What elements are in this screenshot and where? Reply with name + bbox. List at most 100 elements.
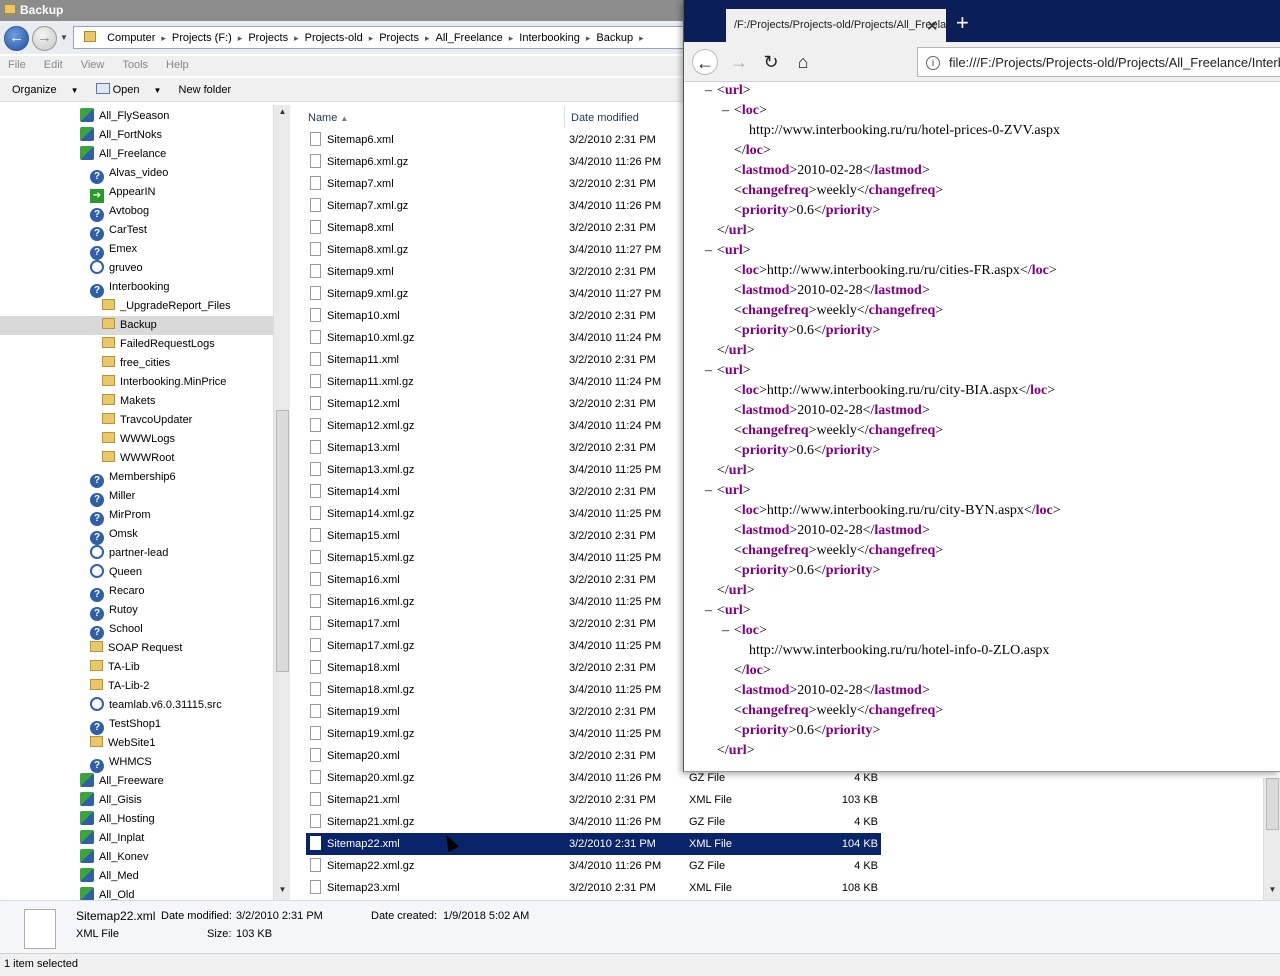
collapse-toggle[interactable]: –	[722, 621, 729, 641]
organize-button[interactable]: Organize	[12, 84, 57, 96]
tree-item[interactable]: ? Alvas_video	[90, 164, 168, 184]
forward-button[interactable]: →	[32, 26, 57, 51]
tree-item[interactable]: partner-lead	[90, 544, 168, 563]
recent-pages-dropdown[interactable]: ▼	[60, 33, 68, 42]
file-list-scrollbar[interactable]: ▼	[1263, 778, 1280, 900]
tree-scrollbar[interactable]: ▲ ▼	[273, 105, 290, 900]
breadcrumb-item[interactable]: Projects ▸	[248, 32, 298, 44]
tree-item[interactable]: ? Rutoy	[90, 601, 138, 621]
tree-item[interactable]: FailedRequestLogs	[102, 335, 215, 354]
chevron-right-icon[interactable]: ▸	[586, 33, 591, 43]
new-folder-button[interactable]: New folder	[179, 84, 232, 96]
menu-item-help[interactable]: Help	[166, 59, 189, 71]
chevron-right-icon[interactable]: ▸	[425, 33, 430, 43]
tree-item[interactable]: ? Omsk	[90, 525, 138, 545]
scroll-down-arrow[interactable]: ▼	[1266, 885, 1279, 898]
chevron-right-icon[interactable]: ▸	[294, 33, 299, 43]
chevron-right-icon[interactable]: ▸	[369, 33, 374, 43]
file-row[interactable]: Sitemap21.xml.gz 3/4/2010 11:26 PM GZ File…	[306, 811, 881, 833]
tree-item[interactable]: free_cities	[102, 354, 170, 373]
tree-item[interactable]: All_Med	[80, 867, 139, 886]
scroll-up-arrow[interactable]: ▲	[276, 107, 289, 120]
tree-item[interactable]: Makets	[102, 392, 155, 411]
collapse-toggle[interactable]: –	[705, 83, 712, 101]
back-button[interactable]: ←	[4, 26, 29, 51]
scroll-down-arrow[interactable]: ▼	[276, 885, 289, 898]
collapse-toggle[interactable]: –	[722, 101, 729, 121]
tree-item[interactable]: ? MirProm	[90, 506, 151, 526]
tree-item[interactable]: ? Interbooking	[90, 278, 170, 298]
collapse-toggle[interactable]: –	[705, 481, 712, 501]
open-button[interactable]: Open	[113, 84, 140, 96]
url-bar[interactable]: i file:///F:/Projects/Projects-old/Projec…	[917, 47, 1280, 77]
address-bar[interactable]: Computer ▸ Projects (F:) ▸ Projects ▸ Projects…	[73, 26, 693, 49]
close-tab-icon[interactable]: ✕	[926, 17, 939, 35]
tree-item[interactable]: ? Emex	[90, 240, 137, 260]
tree-item[interactable]: ? Miller	[90, 487, 135, 507]
tree-item[interactable]: TravcoUpdater	[102, 411, 192, 430]
collapse-toggle[interactable]: –	[705, 601, 712, 621]
collapse-toggle[interactable]: –	[705, 241, 712, 261]
menu-item-view[interactable]: View	[81, 59, 105, 71]
tree-item[interactable]: All_Konev	[80, 848, 149, 867]
tree-item[interactable]: teamlab.v6.0.31115.src	[90, 696, 222, 715]
tree-item[interactable]: ? Avtobog	[90, 202, 149, 222]
tree-item[interactable]: Backup	[0, 316, 273, 335]
breadcrumb-item[interactable]: Projects ▸	[379, 32, 429, 44]
browser-forward-button[interactable]: →	[726, 49, 752, 75]
breadcrumb-item[interactable]: All_Freelance ▸	[436, 32, 514, 44]
tree-item[interactable]: WWWLogs	[102, 430, 175, 449]
tree-item[interactable]: All_FlySeason	[80, 107, 169, 126]
breadcrumb-item[interactable]: Projects (F:) ▸	[172, 32, 242, 44]
breadcrumb-item[interactable]: Interbooking ▸	[519, 32, 590, 44]
browser-back-button[interactable]: ←	[692, 49, 718, 75]
column-header-date[interactable]: Date modified	[565, 106, 685, 128]
chevron-right-icon[interactable]: ▸	[161, 33, 166, 43]
tree-item[interactable]: ? School	[90, 620, 143, 640]
tree-item[interactable]: All_FortNoks	[80, 126, 162, 145]
tree-item[interactable]: All_Old	[80, 886, 134, 900]
tree-item[interactable]: ? Membership6	[90, 468, 176, 488]
tree-item[interactable]: TA-Lib	[90, 658, 140, 677]
breadcrumb-item[interactable]: Backup ▸	[596, 32, 643, 44]
tree-item[interactable]: SOAP Request	[90, 639, 182, 658]
tree-item[interactable]: ➔ AppearIN	[90, 183, 155, 203]
breadcrumb-item[interactable]: Computer ▸	[107, 32, 166, 44]
tree-item[interactable]: gruveo	[90, 259, 143, 278]
tree-item[interactable]: ? WHMCS	[90, 753, 152, 773]
tree-item[interactable]: All_Hosting	[80, 810, 155, 829]
tree-item[interactable]: All_Gisis	[80, 791, 142, 810]
breadcrumb-item[interactable]: Projects-old ▸	[305, 32, 374, 44]
menu-item-tools[interactable]: Tools	[122, 59, 148, 71]
new-tab-button[interactable]: +	[956, 10, 969, 36]
tree-item[interactable]: _UpgradeReport_Files	[102, 297, 231, 316]
info-icon[interactable]: i	[926, 56, 940, 70]
chevron-down-icon[interactable]: ▼	[71, 86, 79, 95]
menu-item-file[interactable]: File	[8, 59, 26, 71]
tree-item[interactable]: All_Freeware	[80, 772, 164, 791]
tree-item[interactable]: TA-Lib-2	[90, 677, 149, 696]
menu-item-edit[interactable]: Edit	[44, 59, 63, 71]
collapse-toggle[interactable]: –	[705, 361, 712, 381]
tree-item[interactable]: WebSite1	[90, 734, 156, 753]
reload-button[interactable]: ↻	[758, 49, 784, 75]
tree-item[interactable]: WWWRoot	[102, 449, 174, 468]
scrollbar-thumb[interactable]	[276, 410, 289, 672]
tree-item[interactable]: Queen	[90, 563, 142, 582]
chevron-right-icon[interactable]: ▸	[238, 33, 243, 43]
tree-item[interactable]: All_Inplat	[80, 829, 144, 848]
file-row[interactable]: Sitemap22.xml.gz 3/4/2010 11:26 PM GZ File…	[306, 855, 881, 877]
tree-item[interactable]: ? CarTest	[90, 221, 147, 241]
tree-item[interactable]: ? TestShop1	[90, 715, 161, 735]
chevron-right-icon[interactable]: ▸	[639, 33, 644, 43]
file-row[interactable]: Sitemap21.xml 3/2/2010 2:31 PM XML File 103…	[306, 789, 881, 811]
scrollbar-thumb[interactable]	[1266, 778, 1279, 830]
column-header-name[interactable]: Name ▲	[302, 106, 565, 128]
tree-item[interactable]: Interbooking.MinPrice	[102, 373, 226, 392]
file-row[interactable]: Sitemap23.xml 3/2/2010 2:31 PM XML File 108…	[306, 877, 881, 899]
file-row[interactable]: Sitemap22.xml 3/2/2010 2:31 PM XML File 104…	[306, 833, 881, 855]
browser-tab[interactable]: /F:/Projects/Projects-old/Projects/All_F…	[726, 9, 946, 42]
home-button[interactable]: ⌂	[790, 49, 816, 75]
chevron-down-icon[interactable]: ▼	[154, 86, 162, 95]
tree-item[interactable]: All_Freelance	[80, 145, 166, 164]
